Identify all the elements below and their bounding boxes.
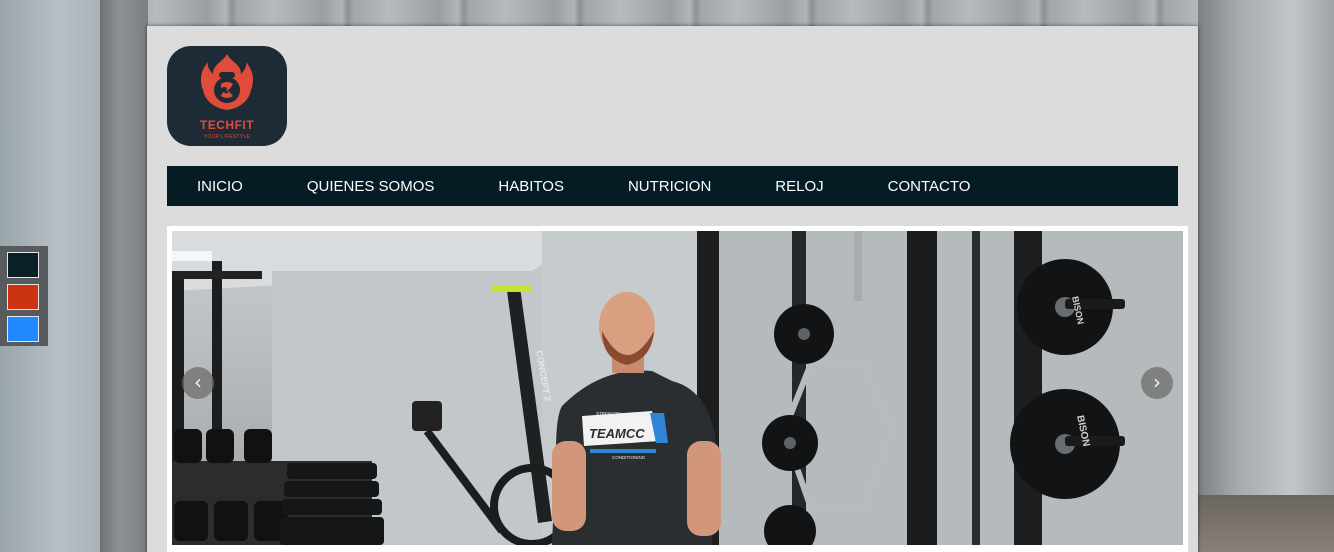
brand-name: TECHFIT (199, 118, 255, 132)
shirt-logo-text: TEAMCC (589, 426, 645, 441)
nav-item-contacto[interactable]: CONTACTO (888, 178, 971, 195)
chevron-left-icon: ‹ (194, 370, 202, 394)
image-carousel: CONCEPT 2 BISON BISON TEAMCC STRENGTH CO… (167, 226, 1188, 552)
kettlebell-flame-icon (200, 54, 254, 110)
background-floor (1198, 495, 1334, 552)
gym-photo-illustration: CONCEPT 2 BISON BISON TEAMCC STRENGTH CO… (172, 231, 1183, 545)
shirt-small-top: STRENGTH (596, 411, 621, 416)
brand-tagline: YOUR LIFESTYLE (203, 134, 251, 140)
background-wall-shadow (100, 0, 148, 552)
theme-swatch-red[interactable] (7, 284, 39, 310)
carousel-next-button[interactable]: › (1141, 367, 1173, 399)
nav-item-nutricion[interactable]: NUTRICION (628, 178, 711, 195)
nav-item-inicio[interactable]: INICIO (197, 178, 243, 195)
theme-swatch-dark[interactable] (7, 252, 39, 278)
nav-item-reloj[interactable]: RELOJ (775, 178, 823, 195)
brand-logo[interactable]: TECHFIT YOUR LIFESTYLE (167, 46, 287, 146)
nav-item-habitos[interactable]: HABITOS (498, 178, 564, 195)
carousel-slide-gym-photo: CONCEPT 2 BISON BISON TEAMCC STRENGTH CO… (172, 231, 1183, 545)
background-wall-right (1198, 0, 1334, 552)
main-navigation: INICIO QUIENES SOMOS HABITOS NUTRICION R… (167, 166, 1178, 206)
nav-item-quienes-somos[interactable]: QUIENES SOMOS (307, 178, 435, 195)
theme-swatch-blue[interactable] (7, 316, 39, 342)
carousel-prev-button[interactable]: ‹ (182, 367, 214, 399)
page-container: TECHFIT YOUR LIFESTYLE INICIO QUIENES SO… (147, 26, 1198, 552)
shirt-small-bottom: CONDITIONING (612, 455, 646, 460)
theme-color-switcher (0, 246, 48, 346)
chevron-right-icon: › (1153, 370, 1161, 394)
